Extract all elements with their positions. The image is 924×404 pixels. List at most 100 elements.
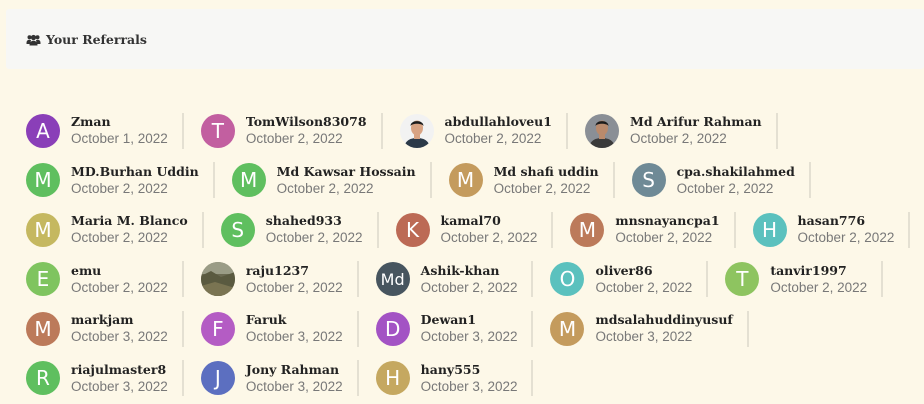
referral-date: October 3, 2022 xyxy=(245,329,343,345)
referral-item[interactable]: Scpa.shakilahmed October 2, 2022 xyxy=(631,162,811,199)
referral-name[interactable]: Dewan1 xyxy=(421,312,518,328)
referral-item[interactable]: A Zman October 1, 2022 xyxy=(26,112,184,149)
landscape-photo-icon xyxy=(200,262,235,297)
avatar: A xyxy=(26,113,60,148)
referral-row: A Zman October 1, 2022 T TomWilson83078 Octob… xyxy=(26,106,924,156)
referral-item[interactable]: Hhany555 October 3, 2022 xyxy=(375,360,534,397)
referral-item[interactable]: T TomWilson83078 October 2, 2022 xyxy=(200,112,383,149)
referral-name[interactable]: mdsalahuddinyusuf xyxy=(595,312,732,328)
referral-item[interactable]: Mmnsnayancpa1 October 2, 2022 xyxy=(570,211,736,248)
referral-name[interactable]: Faruk xyxy=(246,312,343,328)
referral-list: A Zman October 1, 2022 T TomWilson83078 Octob… xyxy=(26,106,924,403)
referral-item[interactable]: abdullahloveu1 October 2, 2022 xyxy=(399,112,568,149)
referral-meta: raju1237 October 2, 2022 xyxy=(246,263,343,296)
referral-item[interactable]: M MD.Burhan Uddin October 2, 2022 xyxy=(26,162,215,199)
referral-row: M Maria M. Blanco October 2, 2022 Sshahed93… xyxy=(26,205,924,255)
referral-date: October 3, 2022 xyxy=(245,378,343,394)
referral-name[interactable]: oliver86 xyxy=(595,263,692,279)
referral-name[interactable]: abdullahloveu1 xyxy=(445,114,552,130)
referral-name[interactable]: emu xyxy=(71,263,168,279)
referral-item[interactable]: Md Arifur Rahman October 2, 2022 xyxy=(584,112,778,149)
referral-name[interactable]: Maria M. Blanco xyxy=(71,213,188,229)
referral-row: Rriajulmaster8 October 3, 2022 J Jony Rahma… xyxy=(26,354,924,404)
avatar: D xyxy=(375,311,410,346)
referral-name[interactable]: hasan776 xyxy=(798,213,895,229)
referral-name[interactable]: Zman xyxy=(71,114,168,130)
referral-item[interactable]: M Maria M. Blanco October 2, 2022 xyxy=(26,211,204,248)
referral-meta: cpa.shakilahmed October 2, 2022 xyxy=(677,164,795,197)
referral-name[interactable]: Md shafi uddin xyxy=(494,164,599,180)
referral-meta: tanvir1997 October 2, 2022 xyxy=(770,263,867,296)
referral-meta: Zman October 1, 2022 xyxy=(71,114,168,147)
referral-meta: Md Arifur Rahman October 2, 2022 xyxy=(630,114,762,147)
users-icon xyxy=(26,33,41,46)
avatar: M xyxy=(26,311,60,346)
referral-meta: TomWilson83078 October 2, 2022 xyxy=(246,114,367,147)
avatar: F xyxy=(200,311,235,346)
avatar: M xyxy=(26,212,60,247)
referral-meta: Faruk October 3, 2022 xyxy=(246,312,343,345)
referral-name[interactable]: Ashik-khan xyxy=(421,263,518,279)
referral-item[interactable]: M Md Kawsar Hossain October 2, 2022 xyxy=(231,162,432,199)
avatar: M xyxy=(550,311,585,346)
referral-item[interactable]: Ttanvir1997 October 2, 2022 xyxy=(725,261,884,298)
referral-name[interactable]: cpa.shakilahmed xyxy=(677,164,795,180)
avatar: M xyxy=(448,163,483,198)
avatar: T xyxy=(725,262,760,297)
referrals-header: Your Referrals xyxy=(6,9,924,69)
referral-meta: markjam October 3, 2022 xyxy=(71,312,168,345)
referral-row: M MD.Burhan Uddin October 2, 2022 M Md Kawsa… xyxy=(26,156,924,206)
referral-item[interactable]: F Faruk October 3, 2022 xyxy=(200,310,359,347)
page-title: Your Referrals xyxy=(46,31,147,47)
referral-name[interactable]: TomWilson83078 xyxy=(246,114,367,130)
referral-item[interactable]: M Md shafi uddin October 2, 2022 xyxy=(448,162,615,199)
avatar: E xyxy=(26,262,60,297)
avatar: M xyxy=(231,163,266,198)
referral-name[interactable]: raju1237 xyxy=(246,263,343,279)
referral-name[interactable]: riajulmaster8 xyxy=(71,362,168,378)
referral-meta: Md shafi uddin October 2, 2022 xyxy=(494,164,599,197)
person-photo-icon xyxy=(584,113,619,148)
avatar: S xyxy=(631,163,666,198)
referral-item[interactable]: Sshahed933 October 2, 2022 xyxy=(220,211,379,248)
referral-item[interactable]: Md Ashik-khan October 2, 2022 xyxy=(375,261,534,298)
referral-item[interactable]: D Dewan1 October 3, 2022 xyxy=(375,310,534,347)
referral-name[interactable]: kamal70 xyxy=(441,213,538,229)
referral-date: October 2, 2022 xyxy=(245,131,343,147)
referral-item[interactable]: Kkamal70 October 2, 2022 xyxy=(395,211,554,248)
referral-date: October 2, 2022 xyxy=(71,180,168,196)
referral-item[interactable]: Mmdsalahuddinyusuf October 3, 2022 xyxy=(550,310,749,347)
person-photo-icon xyxy=(399,113,434,148)
referral-date: October 2, 2022 xyxy=(245,279,343,295)
referral-item[interactable]: Hhasan776 October 2, 2022 xyxy=(752,211,911,248)
referral-meta: emu October 2, 2022 xyxy=(71,263,168,296)
referral-name[interactable]: markjam xyxy=(71,312,168,328)
referral-date: October 2, 2022 xyxy=(265,230,363,246)
avatar: O xyxy=(550,262,585,297)
referral-item[interactable]: Mmarkjam October 3, 2022 xyxy=(26,310,184,347)
referral-meta: abdullahloveu1 October 2, 2022 xyxy=(445,114,552,147)
referral-item[interactable]: Eemu October 2, 2022 xyxy=(26,261,184,298)
referral-date: October 2, 2022 xyxy=(615,230,713,246)
referral-name[interactable]: Md Arifur Rahman xyxy=(630,114,762,130)
referral-date: October 2, 2022 xyxy=(676,180,774,196)
referral-date: October 3, 2022 xyxy=(595,329,693,345)
referral-name[interactable]: mnsnayancpa1 xyxy=(615,213,719,229)
referral-meta: hany555 October 3, 2022 xyxy=(421,362,518,395)
referral-item[interactable]: Ooliver86 October 2, 2022 xyxy=(550,261,709,298)
referral-meta: hasan776 October 2, 2022 xyxy=(798,213,895,246)
referral-date: October 3, 2022 xyxy=(420,329,518,345)
referral-name[interactable]: shahed933 xyxy=(266,213,363,229)
referral-meta: shahed933 October 2, 2022 xyxy=(266,213,363,246)
referral-name[interactable]: tanvir1997 xyxy=(770,263,867,279)
referral-name[interactable]: MD.Burhan Uddin xyxy=(71,164,199,180)
referral-item[interactable]: J Jony Rahman October 3, 2022 xyxy=(200,360,359,397)
referral-item[interactable]: raju1237 October 2, 2022 xyxy=(200,261,359,298)
referral-name[interactable]: hany555 xyxy=(421,362,518,378)
referral-name[interactable]: Jony Rahman xyxy=(246,362,343,378)
referral-date: October 2, 2022 xyxy=(440,230,538,246)
referral-date: October 2, 2022 xyxy=(420,279,518,295)
referral-item[interactable]: Rriajulmaster8 October 3, 2022 xyxy=(26,360,184,397)
referral-meta: oliver86 October 2, 2022 xyxy=(595,263,692,296)
referral-name[interactable]: Md Kawsar Hossain xyxy=(277,164,416,180)
